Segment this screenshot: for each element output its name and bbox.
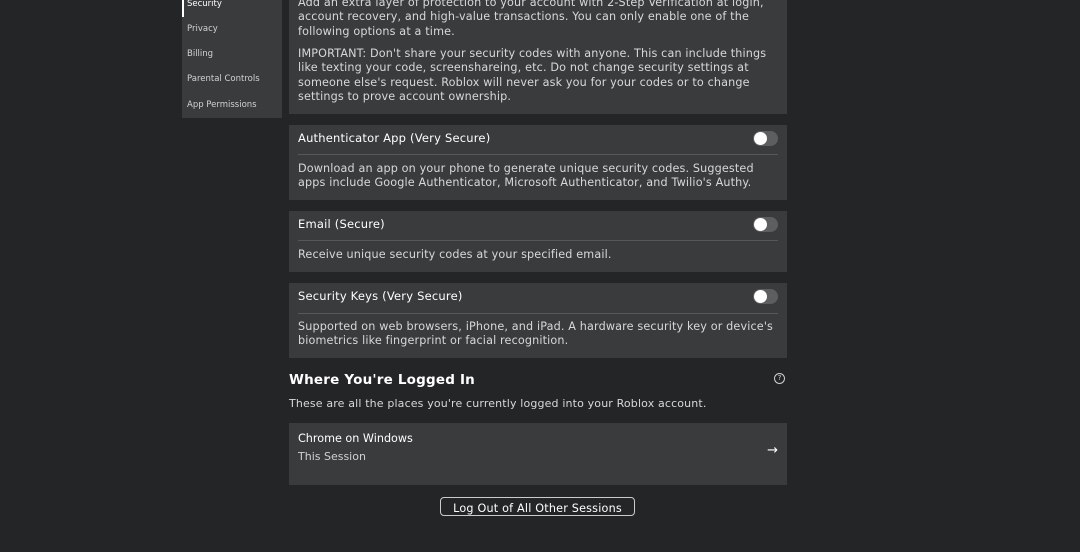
option-title: Authenticator App (Very Secure) bbox=[298, 131, 491, 145]
authenticator-toggle[interactable] bbox=[753, 131, 778, 146]
arrow-right-icon[interactable]: → bbox=[767, 443, 778, 458]
option-description: Supported on web browsers, iPhone, and i… bbox=[298, 320, 774, 348]
security-keys-option-panel: Security Keys (Very Secure) Supported on… bbox=[289, 283, 787, 358]
sidebar-item-security[interactable]: Security bbox=[182, 0, 282, 11]
two-step-intro-text: Add an extra layer of protection to your… bbox=[298, 0, 764, 38]
security-keys-toggle[interactable] bbox=[753, 289, 778, 304]
email-option-panel: Email (Secure) Receive unique security c… bbox=[289, 211, 787, 272]
option-title: Security Keys (Very Secure) bbox=[298, 289, 463, 303]
security-warning-text: IMPORTANT: Don't share your security cod… bbox=[298, 47, 767, 103]
question-circle-icon[interactable]: ? bbox=[774, 373, 785, 384]
option-description: Receive unique security codes at your sp… bbox=[298, 248, 612, 261]
email-toggle[interactable] bbox=[753, 217, 778, 232]
toggle-knob bbox=[754, 132, 767, 145]
two-step-intro-panel: Add an extra layer of protection to your… bbox=[289, 0, 787, 114]
sidebar-item-privacy[interactable]: Privacy bbox=[182, 22, 282, 36]
logged-in-subtitle: These are all the places you're currentl… bbox=[289, 397, 707, 410]
sidebar-item-parental-controls[interactable]: Parental Controls bbox=[182, 72, 282, 86]
option-description: Download an app on your phone to generat… bbox=[298, 162, 754, 190]
settings-sidebar: Security Privacy Billing Parental Contro… bbox=[182, 0, 282, 118]
toggle-knob bbox=[754, 218, 767, 231]
divider bbox=[298, 313, 778, 314]
page: Security Privacy Billing Parental Contro… bbox=[0, 0, 1080, 552]
divider bbox=[298, 240, 778, 241]
session-status: This Session bbox=[298, 450, 366, 463]
divider bbox=[298, 154, 778, 155]
sidebar-item-billing[interactable]: Billing bbox=[182, 47, 282, 61]
session-card[interactable]: Chrome on Windows This Session → bbox=[289, 423, 787, 485]
sidebar-item-app-permissions[interactable]: App Permissions bbox=[182, 98, 282, 112]
logout-all-sessions-button[interactable]: Log Out of All Other Sessions bbox=[440, 497, 635, 516]
session-device-name: Chrome on Windows bbox=[298, 432, 413, 445]
logged-in-heading: Where You're Logged In bbox=[289, 372, 475, 388]
option-title: Email (Secure) bbox=[298, 217, 385, 231]
toggle-knob bbox=[754, 290, 767, 303]
authenticator-option-panel: Authenticator App (Very Secure) Download… bbox=[289, 125, 787, 200]
